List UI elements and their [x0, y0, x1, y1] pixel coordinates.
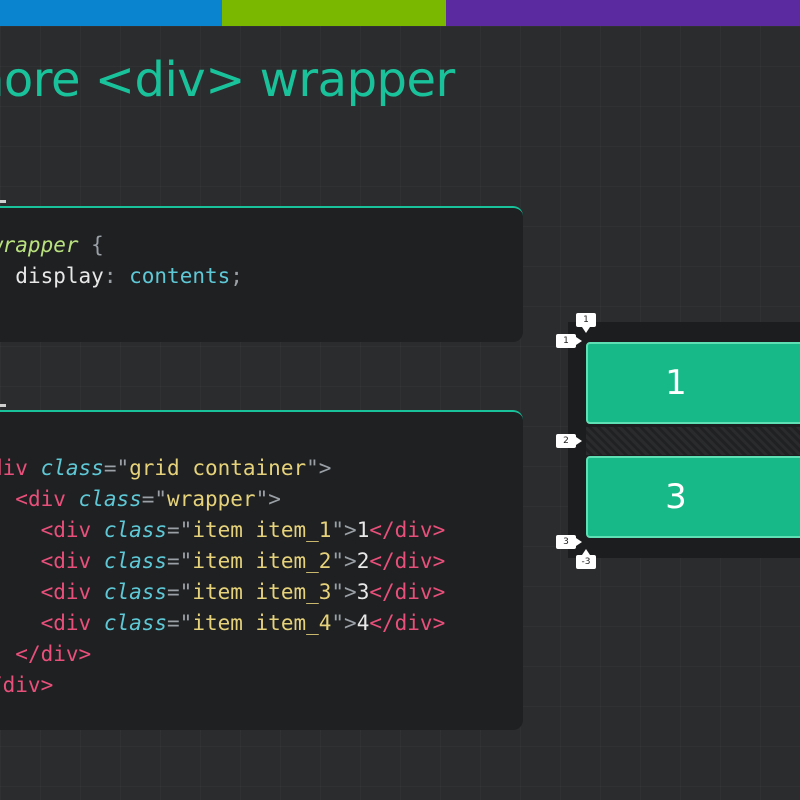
grid-line-label-col-neg: -3 [576, 549, 596, 569]
html-eq: =" [167, 580, 193, 604]
css-panel-tab-marker [0, 200, 6, 203]
css-selector: wrapper [0, 233, 79, 257]
html-attr-value: item item_1 [192, 518, 332, 542]
html-tag-close: "> [331, 549, 357, 573]
css-property: display [15, 264, 104, 288]
html-code-line-item-4: <div class="item item_4">4</div> [0, 608, 446, 638]
css-code-panel: wrapper { display: contents; [0, 206, 523, 342]
top-bar-green-segment [222, 0, 446, 26]
css-code-line-1: wrapper { [0, 230, 104, 260]
html-tag: <div [40, 580, 92, 604]
css-colon: : [103, 264, 117, 288]
css-code-line-2: display: contents; [0, 261, 243, 291]
html-end-tag: /div> [0, 673, 54, 697]
html-text: 3 [356, 580, 370, 604]
css-value: contents [129, 264, 231, 288]
slide-title: nore <div> wrapper [0, 52, 455, 108]
html-attr-value: item item_4 [192, 611, 332, 635]
html-attr: class [40, 456, 104, 480]
html-attr-value: item item_2 [192, 549, 332, 573]
html-code-line-1: div class="grid container"> [0, 453, 331, 483]
css-semicolon: ; [230, 264, 243, 288]
html-panel-tab-marker [0, 404, 6, 407]
html-tag: <div [15, 487, 66, 511]
html-code-line-2: <div class="wrapper"> [0, 484, 281, 514]
html-tag-close: "> [331, 611, 357, 635]
html-attr: class [103, 580, 168, 604]
html-eq: =" [103, 456, 130, 480]
html-attr-value: item item_3 [192, 580, 332, 604]
html-tag: <div [40, 518, 92, 542]
html-attr: class [103, 611, 168, 635]
html-tag-close: "> [331, 518, 357, 542]
grid-gap-hatch [586, 427, 800, 455]
html-eq: =" [167, 549, 193, 573]
top-bar-blue-segment [0, 0, 222, 26]
grid-item-3: 3 [586, 456, 800, 538]
grid-line-label-row-2: 2 [556, 434, 582, 448]
html-end-tag: </div> [369, 549, 446, 573]
html-code-line-item-2: <div class="item item_2">2</div> [0, 546, 446, 576]
html-end-tag: </div> [15, 642, 92, 666]
html-attr-value: grid container [129, 456, 307, 480]
html-end-tag: </div> [369, 580, 446, 604]
html-eq: =" [141, 487, 168, 511]
top-bar-purple-segment [446, 0, 800, 26]
html-tag: <div [40, 611, 92, 635]
grid-line-label-row-3: 3 [556, 535, 582, 549]
html-eq: =" [167, 518, 193, 542]
html-end-tag: </div> [369, 611, 446, 635]
html-code-line-7: </div> [0, 639, 91, 669]
html-tag: div [0, 456, 28, 480]
html-tag-close: "> [306, 456, 332, 480]
css-open-brace: { [91, 233, 104, 257]
html-attr: class [103, 518, 168, 542]
html-attr: class [78, 487, 142, 511]
html-tag-close: "> [331, 580, 357, 604]
html-code-line-item-3: <div class="item item_3">3</div> [0, 577, 446, 607]
top-color-bar [0, 0, 800, 26]
html-eq: =" [167, 611, 193, 635]
grid-line-label-row-1: 1 [556, 334, 582, 348]
html-attr-value: wrapper [167, 487, 256, 511]
html-tag-close: "> [255, 487, 281, 511]
html-code-panel: div class="grid container"> <div class="… [0, 410, 523, 730]
html-code-line-item-1: <div class="item item_1">1</div> [0, 515, 446, 545]
html-end-tag: </div> [369, 518, 446, 542]
html-text: 2 [356, 549, 370, 573]
html-tag: <div [40, 549, 92, 573]
html-text: 1 [356, 518, 370, 542]
html-attr: class [103, 549, 168, 573]
html-text: 4 [356, 611, 370, 635]
grid-line-label-col-1: 1 [576, 313, 596, 333]
html-code-line-8: /div> [0, 670, 53, 700]
grid-item-1: 1 [586, 342, 800, 424]
